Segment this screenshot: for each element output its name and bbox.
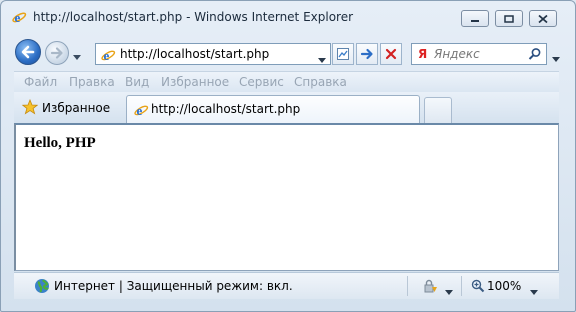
menu-help[interactable]: Справка: [294, 75, 347, 89]
maximize-icon: [504, 14, 514, 23]
title-bar[interactable]: e http://localhost/start.php - Windows I…: [1, 1, 575, 33]
status-separator: [407, 276, 408, 296]
security-dropdown-icon[interactable]: [445, 284, 453, 298]
page-heading: Hello, PHP: [24, 135, 96, 151]
menu-file[interactable]: Файл: [24, 75, 57, 89]
compatibility-view-button[interactable]: [332, 43, 354, 65]
address-url[interactable]: http://localhost/start.php: [120, 47, 269, 61]
tab-label: http://localhost/start.php: [151, 102, 301, 116]
svg-text:e: e: [104, 48, 110, 63]
status-separator: [461, 276, 462, 296]
status-zone-text: Интернет | Защищенный режим: вкл.: [54, 279, 293, 293]
menu-bar: Файл Правка Вид Избранное Сервис Справка: [14, 71, 559, 92]
page-content: Hello, PHP: [14, 123, 559, 271]
minimize-icon: [471, 19, 479, 22]
lock-warning-icon[interactable]: [422, 278, 438, 297]
zoom-value: 100%: [487, 279, 522, 293]
favorites-label: Избранное: [42, 101, 111, 115]
svg-text:e: e: [137, 103, 143, 118]
navigation-bar: e http://localhost/start.php Я Яндекс: [1, 35, 575, 69]
menu-tools[interactable]: Сервис: [239, 75, 284, 89]
tab-active[interactable]: e http://localhost/start.php: [126, 95, 420, 123]
close-button[interactable]: [529, 10, 557, 27]
favorites-star-icon: [21, 98, 39, 118]
close-icon: [538, 14, 548, 23]
search-placeholder: Яндекс: [434, 47, 480, 61]
status-bar: Интернет | Защищенный режим: вкл. 100%: [14, 272, 559, 299]
search-icon[interactable]: [528, 47, 542, 64]
forward-arrow-icon: [50, 47, 63, 59]
ie-logo-icon: e: [11, 9, 27, 25]
browser-window: e http://localhost/start.php - Windows I…: [0, 0, 576, 312]
stop-icon: [385, 48, 397, 60]
search-box[interactable]: Я Яндекс: [411, 43, 547, 65]
zoom-dropdown-icon[interactable]: [530, 284, 538, 298]
compatibility-view-icon: [337, 48, 349, 60]
page-favicon-icon: e: [100, 47, 116, 66]
search-options-dropdown-icon[interactable]: [552, 51, 560, 65]
menu-view[interactable]: Вид: [125, 75, 149, 89]
history-dropdown-icon[interactable]: [73, 49, 81, 63]
yandex-icon: Я: [418, 47, 428, 61]
address-bar[interactable]: e http://localhost/start.php: [95, 43, 331, 65]
tab-bar: Избранное e http://localhost/start.php: [14, 92, 559, 123]
tab-favicon-icon: e: [133, 102, 149, 121]
maximize-button[interactable]: [495, 10, 523, 27]
back-arrow-icon: [21, 45, 35, 59]
back-button[interactable]: [15, 39, 41, 65]
menu-favorites[interactable]: Избранное: [161, 75, 229, 89]
go-button[interactable]: [356, 43, 378, 65]
menu-edit[interactable]: Правка: [69, 75, 115, 89]
address-dropdown-icon[interactable]: [318, 52, 326, 66]
forward-button[interactable]: [45, 41, 69, 65]
zoom-magnifier-icon: [471, 279, 485, 293]
stop-button[interactable]: [380, 43, 402, 65]
zoom-level[interactable]: 100%: [471, 279, 521, 293]
minimize-button[interactable]: [461, 10, 489, 27]
internet-zone-globe-icon: [34, 278, 50, 297]
svg-text:e: e: [15, 10, 21, 25]
go-arrow-icon: [360, 48, 373, 60]
window-title: http://localhost/start.php - Windows Int…: [33, 10, 354, 24]
favorites-button[interactable]: Избранное: [21, 98, 111, 118]
new-tab-button[interactable]: [424, 97, 452, 123]
